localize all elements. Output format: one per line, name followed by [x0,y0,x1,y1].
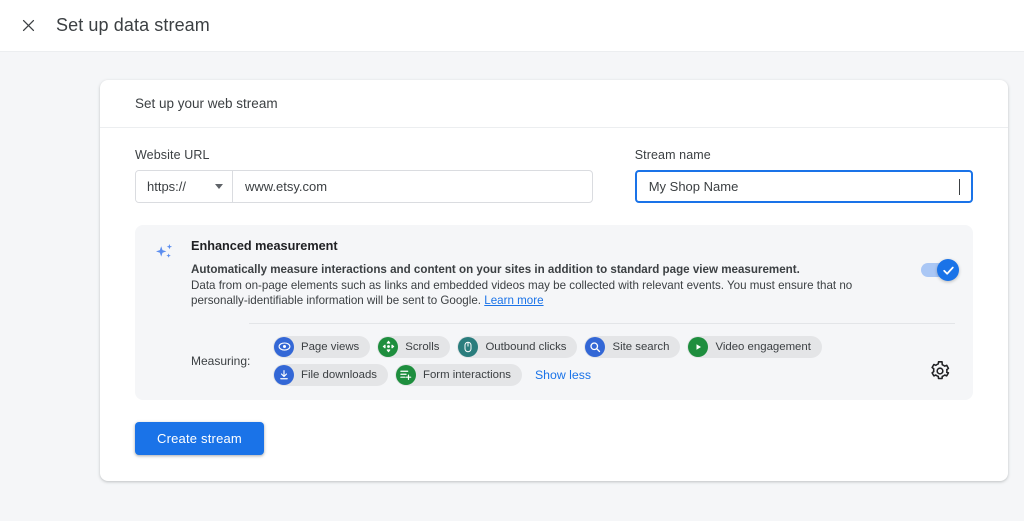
website-url-label: Website URL [135,148,210,162]
text-cursor [959,178,960,195]
mouse-icon [458,336,479,357]
website-url-input[interactable] [233,171,592,202]
url-scheme-value: https:// [147,179,187,194]
play-icon [688,336,709,357]
download-icon [274,364,294,385]
stream-name-field: Stream name [634,148,973,203]
stream-name-input[interactable] [646,178,961,195]
learn-more-link[interactable]: Learn more [484,294,543,307]
measuring-chip[interactable]: Video engagement [687,335,822,358]
measuring-chip[interactable]: Site search [584,335,681,358]
enhanced-measurement-toggle[interactable] [921,259,959,281]
measuring-chip-label: Site search [612,340,670,353]
panel-divider [249,322,955,324]
measuring-chip[interactable]: File downloads [273,363,388,386]
enhanced-measurement-panel: Enhanced measurement Automatically measu… [135,225,973,400]
show-less-link[interactable]: Show less [535,368,591,382]
stream-name-control [634,170,973,203]
gear-icon[interactable] [929,360,951,382]
measuring-chip-label: Form interactions [422,368,511,381]
field-row: Website URL https:// Stream name [135,148,973,203]
create-stream-button[interactable]: Create stream [135,421,264,455]
stream-name-label: Stream name [634,148,711,162]
measuring-label: Measuring: [191,353,251,368]
measuring-chip[interactable]: Scrolls [377,335,451,358]
app-header: Set up data stream [0,0,1024,52]
measuring-chip-label: File downloads [301,368,377,381]
setup-card: Set up your web stream Website URL https… [100,80,1008,481]
url-scheme-select[interactable]: https:// [136,171,233,202]
card-body: Website URL https:// Stream name [100,128,1008,481]
enhanced-measurement-description: Automatically measure interactions and c… [191,262,903,309]
measuring-chip-label: Scrolls [405,340,440,353]
enhanced-measurement-title: Enhanced measurement [191,239,338,253]
measuring-chip-list: Page views Scrolls Outbound clicks Site sea… [273,335,893,386]
sparkle-icon [153,239,177,386]
measuring-chip[interactable]: Page views [273,335,371,358]
measuring-chip[interactable]: Form interactions [394,363,522,386]
description-bold: Automatically measure interactions and c… [191,263,800,276]
measuring-chip-label: Video engagement [715,340,811,353]
chevron-down-icon [215,184,223,189]
form-plus-icon [395,364,416,385]
measuring-chip-label: Outbound clicks [485,340,567,353]
card-header-title: Set up your web stream [100,80,1008,128]
measuring-row: Measuring: Page views Scrolls Outbound cli… [191,335,955,386]
close-icon[interactable] [14,12,42,40]
website-url-field: Website URL https:// [135,148,593,203]
measuring-chip[interactable]: Outbound clicks [457,335,578,358]
scroll-icon [378,336,399,357]
toggle-track[interactable] [921,259,959,281]
eye-icon [274,336,294,357]
website-url-control: https:// [135,170,593,203]
measuring-chip-label: Page views [301,340,360,353]
toggle-knob [937,259,959,281]
enhanced-measurement-content: Enhanced measurement Automatically measu… [191,239,955,386]
page-title: Set up data stream [56,15,210,35]
search-icon [585,336,606,357]
page-body: Set up your web stream Website URL https… [0,52,1024,521]
